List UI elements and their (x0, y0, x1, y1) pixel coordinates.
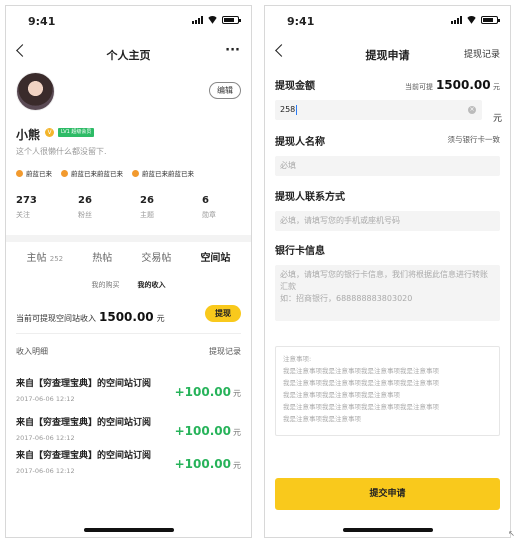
notes-title: 注意事项: (283, 355, 312, 363)
bank-input[interactable]: 必填，请填写您的银行卡信息，我们将根据此信息进行转账汇款 如：招商银行，6888… (275, 265, 500, 321)
record-unit: 元 (233, 389, 241, 398)
signal-icon (192, 16, 203, 24)
submit-button[interactable]: 提交申请 (275, 478, 500, 510)
stat-topics[interactable]: 26 主题 (140, 195, 202, 220)
amount-input[interactable]: 258 (275, 100, 482, 120)
list-item[interactable]: 来自【穷查理宝典】的空间站订阅 2017-06-06 12:12 +100.00… (16, 448, 241, 478)
available-amount: 当前可提 1500.00 元 (404, 78, 500, 92)
income-label: 当前可提现空间站收入 (16, 314, 96, 323)
tab-trade-posts[interactable]: 交易帖 (141, 249, 171, 271)
avatar[interactable] (16, 72, 55, 111)
tag-item[interactable]: 蔚蓝已来蔚蓝已来 (132, 168, 194, 178)
home-indicator (83, 528, 174, 532)
nav-bar: 个人主页 ··· (6, 38, 251, 68)
notes-line: 我是注意事项我是注意事项我是注意事项我是注意事项 (283, 379, 439, 387)
amount-section: 提现金额 当前可提 1500.00 元 258 × 元 (275, 77, 502, 124)
bank-label: 银行卡信息 (275, 246, 325, 257)
list-item[interactable]: 来自【穷查理宝典】的空间站订阅 2017-06-06 12:12 +100.00… (16, 415, 241, 445)
list-item[interactable]: 来自【穷查理宝典】的空间站订阅 2017-06-06 12:12 +100.00… (16, 376, 241, 406)
tag-icon (61, 169, 68, 177)
nav-bar: 提现申请 提现记录 (265, 38, 510, 68)
sub-tabs: 我的购买 我的收入 (6, 280, 251, 290)
income-amount: 1500.00 (99, 310, 154, 324)
detail-header: 收入明细 提现记录 (16, 346, 241, 357)
status-time: 9:41 (287, 15, 315, 28)
subtab-income[interactable]: 我的收入 (138, 280, 166, 290)
record-unit: 元 (233, 461, 241, 470)
notes-line: 我是注意事项我是注意事项我是注意事项我是注意事项 (283, 403, 439, 411)
stat-medals[interactable]: 6 勋章 (202, 195, 251, 220)
withdraw-button[interactable]: 提现 (205, 305, 241, 322)
subtab-purchases[interactable]: 我的购买 (92, 280, 120, 290)
stat-fans[interactable]: 26 粉丝 (78, 195, 140, 220)
record-amount: +100.00 (174, 385, 231, 399)
divider (16, 333, 241, 334)
verified-icon: V (45, 128, 54, 137)
name-input[interactable]: 必填 (275, 156, 500, 176)
withdraw-records-link[interactable]: 提现记录 (464, 47, 500, 60)
tag-item[interactable]: 蔚蓝已来蔚蓝已来 (61, 168, 123, 178)
record-unit: 元 (233, 428, 241, 437)
username: 小熊 (16, 128, 41, 142)
section-divider (6, 235, 251, 242)
edit-button[interactable]: 编辑 (209, 82, 241, 99)
profile-screen: 9:41 个人主页 ··· 编辑 小熊 V LV1 超级会员 这个人很懒什么都没… (5, 5, 252, 538)
stat-following[interactable]: 273 关注 (16, 195, 78, 220)
notes-line: 我是注意事项我是注意事项我是注意事项 (283, 391, 400, 399)
stats-row: 273 关注 26 粉丝 26 主题 6 勋章 (16, 195, 251, 220)
page-title: 个人主页 (106, 49, 151, 62)
user-bio: 这个人很懒什么都没留下. (16, 147, 107, 156)
bank-section: 银行卡信息 必填，请填写您的银行卡信息，我们将根据此信息进行转账汇款 如：招商银… (275, 242, 500, 321)
text-caret (296, 104, 298, 115)
level-badge: LV1 超级会员 (58, 128, 95, 137)
notes-line: 我是注意事项我是注意事项我是注意事项我是注意事项 (283, 367, 439, 375)
battery-icon (481, 16, 500, 24)
withdraw-records-link[interactable]: 提现记录 (209, 346, 241, 357)
signal-icon (451, 16, 462, 24)
contact-section: 提现人联系方式 必填，请填写您的手机或座机号码 (275, 188, 500, 231)
tab-space-station[interactable]: 空间站 (200, 249, 230, 271)
more-icon[interactable]: ··· (225, 43, 240, 58)
notes-line: 我是注意事项我是注意事项 (283, 415, 361, 423)
wifi-icon (207, 16, 218, 24)
home-indicator (342, 528, 433, 532)
tag-icon (132, 169, 139, 177)
amount-unit: 元 (492, 114, 502, 124)
tab-hot-posts[interactable]: 热帖 (92, 249, 112, 271)
corner-arrow-icon: ↖ (508, 529, 515, 538)
income-unit: 元 (156, 314, 165, 323)
status-bar: 9:41 (265, 6, 510, 34)
clear-icon[interactable]: × (468, 106, 476, 114)
tag-item[interactable]: 蔚蓝已来 (16, 168, 52, 178)
status-bar: 9:41 (6, 6, 251, 34)
tag-list: 蔚蓝已来 蔚蓝已来蔚蓝已来 蔚蓝已来蔚蓝已来 (16, 168, 194, 178)
record-amount: +100.00 (174, 424, 231, 438)
detail-title: 收入明细 (16, 347, 48, 356)
tag-icon (16, 169, 23, 177)
record-amount: +100.00 (174, 457, 231, 471)
income-summary: 当前可提现空间站收入 1500.00 元 (16, 310, 165, 324)
contact-input[interactable]: 必填，请填写您的手机或座机号码 (275, 211, 500, 231)
name-section: 提现人名称 须与银行卡一致 必填 (275, 133, 500, 176)
tab-main-posts[interactable]: 主帖 252 (27, 249, 64, 271)
wifi-icon (466, 16, 477, 24)
contact-label: 提现人联系方式 (275, 192, 345, 203)
withdraw-screen: 9:41 提现申请 提现记录 提现金额 当前可提 1500.00 元 258 × … (264, 5, 511, 538)
battery-icon (222, 16, 241, 24)
name-hint: 须与银行卡一致 (447, 135, 501, 144)
tab-count: 252 (49, 255, 64, 263)
notes-box: 注意事项: 我是注意事项我是注意事项我是注意事项我是注意事项 我是注意事项我是注… (275, 346, 500, 436)
content-tabs: 主帖 252 热帖 交易帖 空间站 (6, 249, 251, 271)
status-time: 9:41 (28, 15, 56, 28)
